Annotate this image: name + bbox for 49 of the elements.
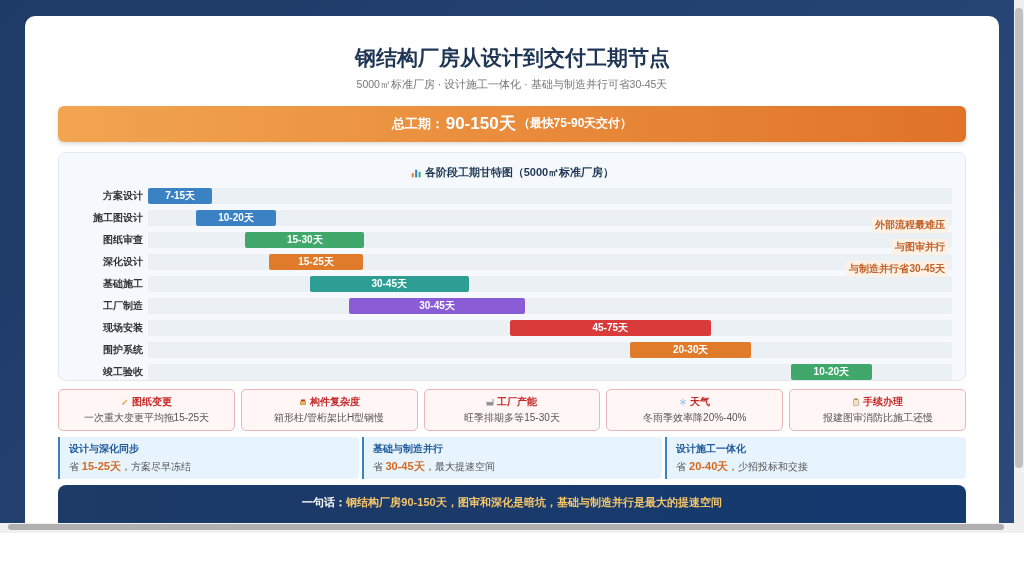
phase-bar: 30-45天 bbox=[309, 275, 469, 292]
phase-bar: 30-45天 bbox=[349, 297, 526, 314]
construction-icon bbox=[298, 397, 307, 406]
total-note: （最快75-90天交付） bbox=[517, 115, 633, 133]
chart-title: 各阶段工期甘特图（5000㎡标准厂房） bbox=[424, 164, 615, 180]
phase-label: 方案设计 bbox=[102, 188, 144, 203]
risk-text: 箱形柱/管桁架比H型钢慢 bbox=[274, 410, 385, 425]
page-subtitle: 5000㎡标准厂房 · 设计施工一体化 · 基础与制造并行可省30-45天 bbox=[355, 78, 669, 92]
vertical-scrollbar[interactable] bbox=[1014, 0, 1024, 523]
total-label: 总工期： bbox=[391, 114, 444, 133]
tip-title: 基础与制造并行 bbox=[372, 441, 444, 456]
clipboard-icon bbox=[852, 397, 861, 406]
risk-title: 工厂产能 bbox=[497, 394, 538, 409]
horizontal-scrollbar[interactable] bbox=[0, 523, 1024, 533]
phase-bar: 10-20天 bbox=[196, 209, 276, 226]
tip-title: 设计与深化同步 bbox=[69, 441, 140, 456]
risk-title: 构件复杂度 bbox=[309, 394, 360, 409]
risk-text: 报建图审消防比施工还慢 bbox=[822, 410, 933, 425]
phase-label: 图纸审查 bbox=[102, 232, 144, 247]
risk-title: 天气 bbox=[690, 394, 711, 409]
phase-label: 基础施工 bbox=[102, 276, 144, 291]
pencil-icon bbox=[120, 397, 129, 406]
risk-title: 图纸变更 bbox=[131, 394, 172, 409]
risk-text: 一次重大变更平均拖15-25天 bbox=[83, 410, 210, 425]
phase-bar: 15-30天 bbox=[245, 231, 365, 248]
phase-label: 围护系统 bbox=[102, 342, 144, 357]
summary-lead: 一句话： bbox=[302, 494, 347, 510]
phase-label: 工厂制造 bbox=[102, 298, 144, 313]
phase-label: 深化设计 bbox=[102, 254, 144, 269]
factory-icon bbox=[486, 397, 495, 406]
page-title: 钢结构厂房从设计到交付工期节点 bbox=[353, 45, 671, 71]
risk-title: 手续办理 bbox=[863, 394, 904, 409]
risk-text: 旺季排期多等15-30天 bbox=[464, 410, 560, 425]
tip-title: 设计施工一体化 bbox=[676, 441, 748, 456]
phase-bar: 45-75天 bbox=[509, 319, 711, 336]
snowflake-icon bbox=[679, 397, 688, 406]
risk-text: 冬雨季效率降20%-40% bbox=[643, 410, 747, 425]
phase-bar: 10-20天 bbox=[791, 363, 872, 380]
phase-bar: 7-15天 bbox=[148, 187, 213, 204]
total-value: 90-150天 bbox=[445, 113, 516, 136]
tip-text: 省 20-40天，少招投标和交接 bbox=[676, 458, 810, 474]
phase-bar: 20-30天 bbox=[630, 341, 751, 358]
phase-label: 施工图设计 bbox=[92, 210, 144, 225]
summary-text: 钢结构厂房90-150天，图审和深化是暗坑，基础与制造并行是最大的提速空间 bbox=[346, 494, 722, 510]
phase-bar: 15-25天 bbox=[268, 253, 364, 270]
tip-text: 省 30-45天，最大提速空间 bbox=[372, 458, 496, 474]
tip-text: 省 15-25天，方案尽早冻结 bbox=[69, 458, 192, 474]
phase-label: 竣工验收 bbox=[102, 364, 144, 379]
phase-label: 现场安装 bbox=[102, 320, 144, 335]
